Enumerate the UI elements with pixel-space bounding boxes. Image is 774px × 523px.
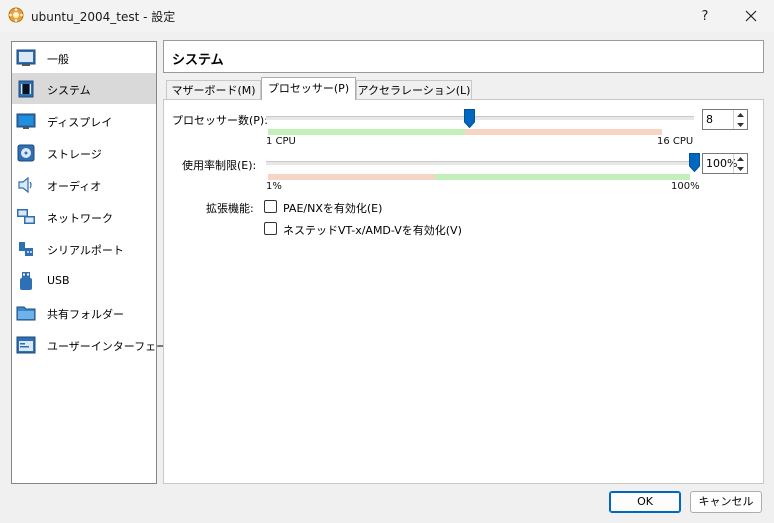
sidebar-item-label: ユーザーインターフェース [47,340,178,353]
title-bar: ubuntu_2004_test - 設定 ? [0,0,774,32]
cpu-count-increment[interactable] [734,110,747,119]
execution-cap-spinbox[interactable]: 100% [702,153,748,174]
pae-nx-label[interactable]: PAE/NXを有効化(E) [283,200,382,216]
sidebar-item-label: オーディオ [47,180,102,193]
execution-cap-slider[interactable] [266,161,694,166]
audio-icon [16,175,36,195]
sidebar-item-shared-folder[interactable]: 共有フォルダー [12,297,156,328]
storage-icon [16,143,36,163]
sidebar-item-label: 共有フォルダー [47,308,124,321]
sidebar-item-label: USB [47,274,70,287]
sidebar-item-label: システム [47,84,91,97]
cpu-max-label: 16 CPU [657,136,694,147]
pae-nx-checkbox[interactable] [264,200,277,213]
page-title: システム [172,53,224,68]
cpu-count-value[interactable]: 8 [706,113,713,126]
general-icon [16,48,36,68]
tab-processor[interactable]: プロセッサー(P) [261,77,356,100]
cpu-count-decrement[interactable] [734,120,747,129]
execution-cap-decrement[interactable] [734,164,747,173]
app-icon [8,7,24,23]
cpu-min-label: 1 CPU [266,136,296,147]
settings-category-list[interactable]: 一般 システム ディスプレイ ストレージ オーディオ ネットワーク シリアルポー… [11,41,178,484]
tab-acceleration[interactable]: アクセラレーション(L) [356,80,472,100]
sidebar-item-label: シリアルポート [47,244,124,257]
sidebar-item-serial-port[interactable]: シリアルポート [12,233,156,264]
network-icon [16,207,36,227]
execution-cap-slider-handle[interactable] [689,153,700,173]
sidebar-item-storage[interactable]: ストレージ [12,137,156,168]
sidebar-item-display[interactable]: ディスプレイ [12,105,156,136]
execution-cap-label: 使用率制限(E): [182,159,257,172]
nested-vtx-checkbox[interactable] [264,222,277,235]
execution-cap-increment[interactable] [734,154,747,163]
cap-min-label: 1% [266,181,282,192]
cpu-count-slider[interactable] [266,116,694,121]
cancel-button[interactable]: キャンセル [690,491,762,513]
close-button[interactable] [728,0,774,32]
user-interface-icon [16,335,36,355]
sidebar-item-system[interactable]: システム [12,73,156,104]
sidebar-item-network[interactable]: ネットワーク [12,201,156,232]
system-icon [16,79,36,99]
ok-button[interactable]: OK [609,491,681,513]
sidebar-item-label: 一般 [47,53,69,66]
sidebar-item-label: ディスプレイ [47,116,113,129]
chevron-up-icon [737,112,744,117]
cpu-count-spin-buttons [733,110,747,129]
serial-port-icon [16,239,36,259]
sidebar-item-label: ネットワーク [47,212,113,225]
chevron-down-icon [737,122,744,127]
cap-warning-zone [268,174,435,180]
display-icon [16,111,36,131]
help-button[interactable]: ? [682,0,728,32]
cap-safe-zone [435,174,690,180]
pae-nx-option[interactable]: PAE/NXを有効化(E) [264,199,424,215]
nested-vtx-option[interactable]: ネステッドVT-x/AMD-Vを有効化(V) [264,221,484,237]
cpu-safe-zone [268,129,465,135]
cpu-count-spinbox[interactable]: 8 [702,109,748,130]
extended-features-label: 拡張機能: [206,202,254,215]
cap-max-label: 100% [671,181,700,192]
chevron-down-icon [737,166,744,171]
sidebar-item-audio[interactable]: オーディオ [12,169,156,200]
shared-folder-icon [16,303,36,323]
chevron-up-icon [737,156,744,161]
cpu-count-slider-handle[interactable] [464,109,475,129]
usb-icon [16,271,36,291]
cpu-count-label: プロセッサー数(P): [172,114,268,127]
sidebar-item-user-interface[interactable]: ユーザーインターフェース [12,329,178,360]
sidebar-item-usb[interactable]: USB [12,265,156,296]
execution-cap-spin-buttons [733,154,747,173]
page-header: システム [163,40,764,73]
close-icon [745,10,757,22]
cpu-warning-zone [465,129,662,135]
nested-vtx-label[interactable]: ネステッドVT-x/AMD-Vを有効化(V) [283,222,462,238]
sidebar-item-label: ストレージ [47,148,102,161]
sidebar-item-general[interactable]: 一般 [12,42,156,73]
window-title: ubuntu_2004_test - 設定 [31,10,176,24]
tab-motherboard[interactable]: マザーボード(M) [166,80,261,100]
